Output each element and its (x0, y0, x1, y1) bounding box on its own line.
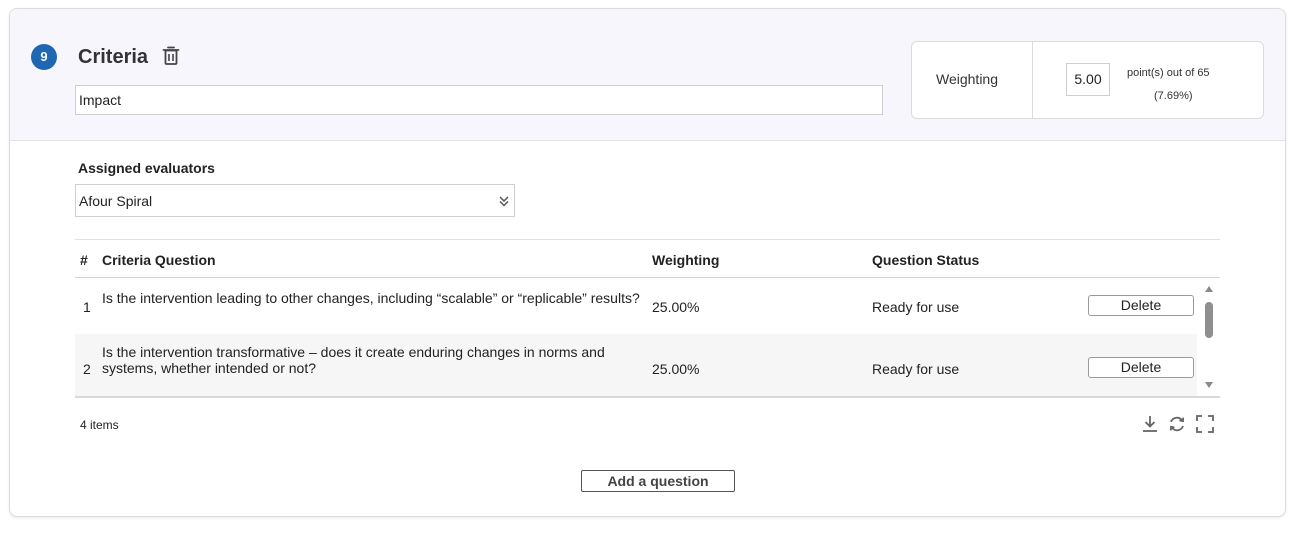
row-question: Is the intervention leading to other cha… (102, 290, 640, 306)
header-num: # (80, 252, 88, 268)
row-num: 1 (83, 299, 91, 315)
table-row: 1 Is the intervention leading to other c… (75, 279, 1197, 334)
header-weighting: Weighting (652, 252, 720, 268)
table-header: # Criteria Question Weighting Question S… (75, 239, 1220, 278)
weighting-points-text: point(s) out of 65 (1127, 67, 1210, 79)
assigned-evaluators-select[interactable]: Afour Spiral (75, 184, 515, 217)
items-count: 4 items (80, 418, 119, 432)
delete-button[interactable]: Delete (1088, 357, 1194, 378)
weighting-percent-text: (7.69%) (1154, 90, 1193, 102)
delete-button[interactable]: Delete (1088, 295, 1194, 316)
criteria-title: Criteria (78, 46, 149, 68)
trash-icon[interactable] (162, 46, 180, 66)
criteria-name-input[interactable]: Impact (75, 85, 883, 115)
double-chevron-down-icon (499, 196, 509, 207)
header-status: Question Status (872, 252, 980, 268)
table-row: 2 Is the intervention transformative – d… (75, 334, 1197, 396)
criteria-card: 9 Criteria Impact Weighting 5.00 point(s… (9, 8, 1286, 517)
download-icon[interactable] (1140, 414, 1160, 434)
fullscreen-icon[interactable] (1195, 414, 1215, 434)
criteria-header: 9 Criteria Impact Weighting 5.00 point(s… (10, 9, 1285, 141)
table-footer-divider (75, 396, 1220, 398)
weighting-panel: Weighting 5.00 point(s) out of 65 (7.69%… (911, 41, 1264, 119)
step-number-badge: 9 (31, 44, 57, 70)
assigned-evaluators-label: Assigned evaluators (78, 160, 215, 176)
refresh-icon[interactable] (1167, 414, 1187, 434)
row-question: Is the intervention transformative – doe… (102, 344, 605, 376)
row-status: Ready for use (872, 361, 960, 377)
criteria-questions-table: # Criteria Question Weighting Question S… (75, 239, 1220, 399)
row-weighting: 25.00% (652, 299, 700, 315)
assigned-evaluators-value: Afour Spiral (79, 193, 153, 209)
row-weighting: 25.00% (652, 361, 700, 377)
scroll-thumb[interactable] (1205, 302, 1213, 338)
weighting-input[interactable]: 5.00 (1066, 63, 1110, 96)
add-question-button[interactable]: Add a question (581, 470, 735, 492)
scroll-down-arrow[interactable] (1205, 382, 1213, 388)
weighting-divider (1032, 42, 1033, 118)
row-status: Ready for use (872, 299, 960, 315)
scroll-up-arrow[interactable] (1205, 286, 1213, 292)
table-scrollbar[interactable] (1203, 284, 1217, 392)
row-num: 2 (83, 361, 91, 377)
header-question: Criteria Question (102, 252, 216, 268)
weighting-label: Weighting (936, 71, 999, 87)
